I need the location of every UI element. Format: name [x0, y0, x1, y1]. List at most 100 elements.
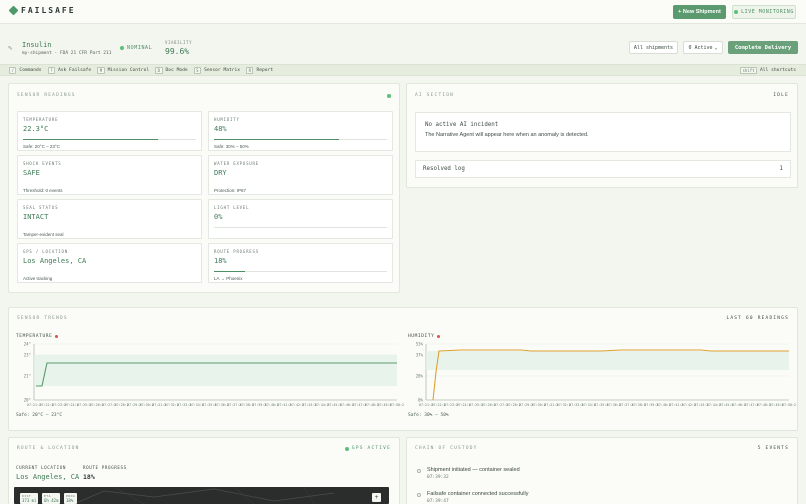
y-tick-label: 21°	[24, 374, 31, 379]
custody-event-text: Failsafe container connected successfull…	[427, 491, 529, 497]
custody-count: 5 EVENTS	[757, 446, 789, 451]
top-bar: FAILSAFE + New Shipment LIVE MONITORING	[0, 0, 806, 24]
no-incident-text: No active AI incident	[425, 122, 499, 128]
y-tick-label: 20°	[24, 398, 31, 403]
sensor-card-progress	[214, 271, 387, 272]
sensor-card-footnote: Threshold: 0 events	[23, 188, 63, 193]
custody-event-time: 07:39:47	[427, 499, 449, 504]
shipment-header: ✎ Insulin my-shipment · FDA 21 CFR Part …	[0, 34, 806, 62]
sensor-card-footnote: Tamper-evident seal	[23, 232, 64, 237]
viability-value: 99.6%	[165, 47, 190, 56]
temperature-safe-range: Safe: 20°C – 23°C	[16, 413, 63, 418]
gps-active-label: GPS ACTIVE	[351, 446, 391, 451]
sensor-card-label: WATER EXPOSURE	[214, 161, 259, 166]
sensor-trends-title: SENSOR TRENDS	[17, 316, 68, 321]
shortcut-sensor-matrix[interactable]: S Sensor Matrix	[193, 66, 241, 74]
sensor-card-humidity[interactable]: HUMIDITY 48% Safe: 30% – 50%	[208, 111, 393, 151]
resolved-log-row[interactable]: Resolved log 1	[415, 160, 791, 178]
map-chip-dist: DIST 373 mi	[20, 493, 39, 504]
current-location-label: CURRENT LOCATION	[16, 465, 66, 470]
all-shortcuts[interactable]: shift All shortcuts	[739, 67, 796, 74]
viability-label: VIABILITY	[165, 40, 193, 45]
sensor-card-progress	[23, 139, 196, 140]
sensor-card-label: ROUTE PROGRESS	[214, 249, 259, 254]
gps-dot-icon	[344, 446, 349, 451]
temperature-chart-title: TEMPERATURE	[16, 334, 53, 339]
shortcut-label: Mission Control	[107, 67, 150, 73]
zoom-in-button[interactable]: +	[372, 493, 381, 502]
custody-event-time: 07:39:32	[427, 475, 449, 480]
resolved-log-count: 1	[779, 166, 784, 172]
status-label: NOMINAL	[127, 45, 153, 51]
humidity-chart: 53%37%20%0%07:21:207:22:207:23:207:24:20…	[416, 342, 796, 407]
shortcut-mission-control[interactable]: M Mission Control	[97, 66, 150, 74]
route-progress-value: 18%	[83, 473, 95, 481]
map-chip-value: 18%	[66, 498, 74, 503]
sensor-card-progress	[214, 227, 387, 228]
active-filter-dropdown[interactable]: 0 Active ⌄	[683, 41, 723, 54]
live-monitoring-button[interactable]: LIVE MONITORING	[732, 5, 796, 19]
complete-delivery-button[interactable]: Complete Delivery	[728, 41, 798, 54]
sensor-card-label: SHOCK EVENTS	[23, 161, 62, 166]
sensor-card-water-exposure[interactable]: WATER EXPOSURE DRY Protection: IP67	[208, 155, 393, 195]
sensor-card-label: TEMPERATURE	[23, 117, 59, 122]
shortcut-label: Sensor Matrix	[204, 67, 241, 73]
sensor-trends-subtitle: LAST 60 READINGS	[726, 316, 789, 321]
logo[interactable]: FAILSAFE	[8, 5, 76, 16]
shortcut-key: R	[246, 66, 254, 74]
sensor-trends-panel: SENSOR TRENDS LAST 60 READINGS TEMPERATU…	[8, 307, 798, 431]
active-filter-label: 0 Active	[688, 44, 713, 51]
route-title: ROUTE & LOCATION	[17, 446, 80, 451]
y-tick-label: 23°	[24, 353, 31, 358]
shortcut-ask-failsafe[interactable]: ? Ask Failsafe	[47, 66, 92, 74]
sensor-card-value: 0%	[214, 213, 223, 221]
status-dot-icon	[120, 46, 124, 50]
sensor-card-progress-fill	[214, 139, 339, 140]
sensor-card-gps-location[interactable]: GPS / LOCATION Los Angeles, CA Active trac…	[17, 243, 202, 283]
sensor-card-value: SAFE	[23, 169, 40, 177]
shortcut-key: ?	[47, 66, 55, 74]
y-tick-label: 53%	[416, 342, 424, 347]
temperature-chart: 24°23°21°20°07:21:207:22:207:23:207:24:2…	[24, 342, 404, 407]
all-shortcuts-label: All shortcuts	[760, 68, 796, 73]
sensor-card-footnote: Active tracking	[23, 276, 53, 281]
shortcut-commands[interactable]: / Commands	[9, 66, 42, 74]
shortcut-report[interactable]: R Report	[246, 66, 274, 74]
safe-range-band	[426, 351, 789, 370]
sensor-card-light-level[interactable]: LIGHT LEVEL 0%	[208, 199, 393, 239]
shortcut-key: S	[193, 66, 202, 74]
product-name: Insulin	[22, 41, 52, 49]
status-badge: NOMINAL	[120, 45, 152, 51]
app-title: FAILSAFE	[21, 6, 76, 15]
sensor-card-label: HUMIDITY	[214, 117, 240, 122]
sensor-card-shock-events[interactable]: SHOCK EVENTS SAFE Threshold: 0 events	[17, 155, 202, 195]
resolved-log-label: Resolved log	[423, 166, 465, 172]
sensor-card-temperature[interactable]: TEMPERATURE 22.3°C Safe: 20°C – 23°C	[17, 111, 202, 151]
x-tick-label: 07:50:2	[782, 403, 796, 407]
sensor-card-seal-status[interactable]: SEAL STATUS INTACT Tamper-evident seal	[17, 199, 202, 239]
sensor-card-progress	[214, 139, 387, 140]
y-tick-label: 24°	[24, 342, 31, 347]
product-subtitle: my-shipment · FDA 21 CFR Part 211	[22, 51, 112, 56]
alert-dot-icon	[437, 335, 441, 338]
sensor-card-label: LIGHT LEVEL	[214, 205, 250, 210]
sensor-readings-title: SENSOR READINGS	[17, 93, 76, 98]
sensor-card-footnote: Protection: IP67	[214, 188, 247, 193]
y-tick-label: 20%	[416, 374, 424, 379]
shortcut-label: Report	[256, 67, 274, 73]
diamond-logo-icon	[8, 5, 19, 16]
sensor-card-route-progress[interactable]: ROUTE PROGRESS 18% LA → Phoenix	[208, 243, 393, 283]
route-map[interactable]: DIST 373 mi ETA 6h 42m PROG 18% +	[14, 487, 389, 504]
sensor-card-progress-fill	[214, 271, 246, 272]
live-monitoring-label: LIVE MONITORING	[741, 9, 794, 15]
sensor-card-label: GPS / LOCATION	[23, 249, 68, 254]
sensor-card-label: SEAL STATUS	[23, 205, 59, 210]
live-status-dot-icon	[734, 10, 739, 14]
humidity-safe-range: Safe: 30% – 50%	[408, 413, 449, 418]
all-shipments-button[interactable]: All shipments	[629, 41, 678, 54]
new-shipment-button[interactable]: + New Shipment	[673, 5, 726, 19]
shortcut-label: Ask Failsafe	[57, 67, 92, 73]
shortcut-doc-mode[interactable]: D Doc Mode	[155, 66, 188, 74]
humidity-chart-label: HUMIDITY	[408, 334, 441, 339]
sensor-card-footnote: Safe: 20°C – 23°C	[23, 144, 60, 149]
